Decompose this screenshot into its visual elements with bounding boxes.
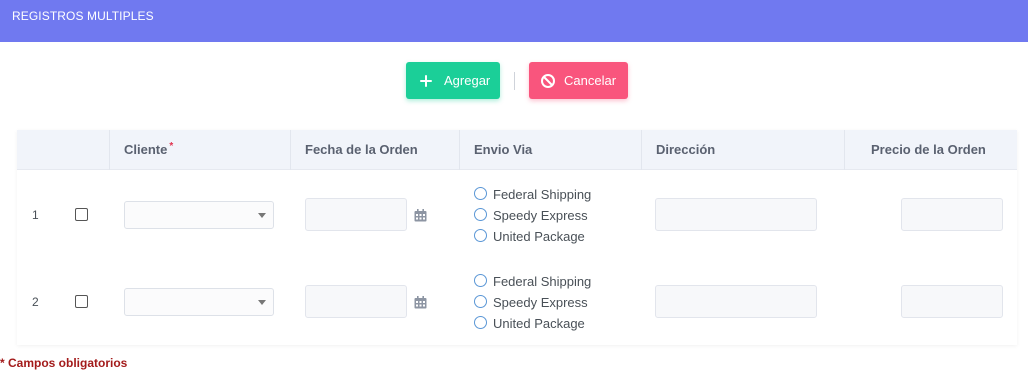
radio-option[interactable]: United Package: [474, 226, 591, 247]
radio-option[interactable]: Federal Shipping: [474, 271, 591, 292]
column-header-envio: Envio Via: [474, 142, 533, 157]
direccion-input[interactable]: [655, 198, 817, 231]
table-header: Cliente * Fecha de la Orden Envio Via Dir…: [17, 130, 1017, 170]
radio-button[interactable]: [474, 294, 487, 308]
required-marker: *: [169, 141, 174, 152]
column-header-precio: Precio de la Orden: [871, 142, 986, 157]
radio-button[interactable]: [474, 315, 487, 329]
radio-button[interactable]: [474, 207, 487, 221]
add-button-label: Agregar: [444, 73, 491, 88]
table-row: 1 Federal Shipping Speedy Express United…: [17, 174, 1017, 261]
plus-icon: [418, 73, 434, 89]
table-row: 2 Federal Shipping Speedy Express United…: [17, 261, 1017, 348]
column-header-direccion: Dirección: [656, 142, 716, 157]
fecha-input[interactable]: [305, 285, 407, 318]
cancel-button-label: Cancelar: [564, 73, 617, 88]
row-number: 2: [32, 295, 39, 309]
radio-button[interactable]: [474, 273, 487, 287]
row-number: 1: [32, 208, 39, 222]
direccion-input[interactable]: [655, 285, 817, 318]
fecha-input[interactable]: [305, 198, 407, 231]
radio-label: United Package: [493, 316, 585, 331]
records-table: Cliente * Fecha de la Orden Envio Via Dir…: [17, 130, 1017, 345]
toolbar-divider: [514, 72, 515, 90]
calendar-icon[interactable]: [414, 209, 427, 222]
ban-icon: [541, 73, 555, 88]
column-separator: [459, 130, 460, 170]
page-title: REGISTROS MULTIPLES: [12, 9, 154, 23]
precio-input[interactable]: [901, 198, 1003, 231]
radio-option[interactable]: Federal Shipping: [474, 184, 591, 205]
row-checkbox[interactable]: [75, 208, 88, 221]
chevron-down-icon: [258, 213, 266, 218]
cliente-select[interactable]: [124, 288, 274, 316]
envio-radio-group: Federal Shipping Speedy Express United P…: [474, 184, 591, 247]
radio-label: Federal Shipping: [493, 187, 592, 202]
radio-label: Speedy Express: [493, 295, 588, 310]
toolbar: Agregar Cancelar: [0, 62, 1028, 100]
column-separator: [844, 130, 845, 170]
page-header: REGISTROS MULTIPLES: [0, 0, 1028, 42]
radio-option[interactable]: Speedy Express: [474, 205, 591, 226]
required-fields-note: * Campos obligatorios: [0, 356, 128, 370]
radio-label: United Package: [493, 229, 585, 244]
column-separator: [290, 130, 291, 170]
cliente-select[interactable]: [124, 201, 274, 229]
radio-option[interactable]: Speedy Express: [474, 292, 591, 313]
radio-button[interactable]: [474, 186, 487, 200]
precio-input[interactable]: [901, 285, 1003, 318]
column-header-cliente: Cliente *: [124, 130, 173, 170]
row-checkbox[interactable]: [75, 295, 88, 308]
column-header-cliente-label: Cliente: [124, 142, 168, 157]
envio-radio-group: Federal Shipping Speedy Express United P…: [474, 271, 591, 334]
add-button[interactable]: Agregar: [406, 62, 500, 99]
cancel-button[interactable]: Cancelar: [529, 62, 628, 99]
radio-button[interactable]: [474, 228, 487, 242]
column-header-fecha: Fecha de la Orden: [305, 142, 418, 157]
chevron-down-icon: [258, 300, 266, 305]
column-separator: [641, 130, 642, 170]
radio-option[interactable]: United Package: [474, 313, 591, 334]
column-separator: [109, 130, 110, 170]
radio-label: Speedy Express: [493, 208, 588, 223]
calendar-icon[interactable]: [414, 296, 427, 309]
radio-label: Federal Shipping: [493, 274, 592, 289]
